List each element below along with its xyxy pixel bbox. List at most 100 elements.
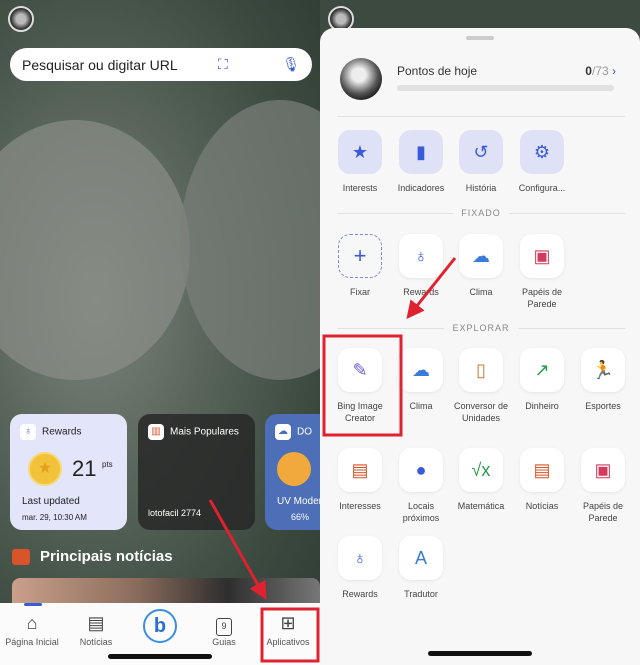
app-interesses[interactable]: ▤ Interesses [328,448,392,512]
card-title: Rewards [42,426,82,438]
updated-time: mar. 29, 10:30 AM [22,513,87,522]
home-screen: Pesquisar ou digitar URL ⛶ 🎙 ♁ Rewards ★ … [0,0,320,665]
app-label: Configura... [518,183,566,193]
points-unit: pts [102,460,113,469]
app-bing-image-creator[interactable]: ✎ Bing Image Creator [328,348,392,424]
visual-search-icon[interactable]: ⛶ [218,56,228,73]
news-heading: Principais notícias [12,548,173,565]
news-icon: ▤ [520,448,564,492]
app-locais-próximos[interactable]: ● Locais próximos [389,448,453,524]
app-rewards[interactable]: ♁ Rewards [328,536,392,600]
app-conversor-de-unidades[interactable]: ▯ Conversor de Unidades [449,348,513,424]
app-matemática[interactable]: √x Matemática [449,448,513,512]
sheet-handle[interactable] [466,36,494,40]
medal-icon: ♁ [399,234,443,278]
divider [337,116,625,117]
nav-label: Página Inicial [5,637,59,647]
pinned-heading-text: FIXADO [461,208,501,218]
weather-icon: ☁ [459,234,503,278]
app-label: Matemática [457,501,505,511]
points-progress-bar [397,85,614,91]
search-placeholder: Pesquisar ou digitar URL [22,56,178,73]
app-dinheiro[interactable]: ↗ Dinheiro [510,348,574,412]
news-icon [12,548,30,565]
plus-icon: + [338,234,382,278]
app-papéis-de-parede[interactable]: ▣ Papéis de Parede [571,448,635,524]
bottom-nav: ⌂ Página Inicial ▤ Notícias b 9 Guias ⊞ Apli… [0,603,320,665]
tab-count: 9 [216,618,232,636]
app-label: Bing Image Creator [337,401,383,423]
apps-sheet: Pontos de hoje 0/73 › ★ Interests ▮ Indicad… [320,28,640,665]
medal-icon: ♁ [338,536,382,580]
app-label: Tradutor [404,589,438,599]
nav-home[interactable]: ⌂ Página Inicial [0,603,64,665]
app-interests[interactable]: ★ Interests [328,130,392,194]
nav-label: Aplicativos [266,637,310,647]
app-label: Notícias [525,501,559,511]
ruler-icon: ▯ [459,348,503,392]
weather-card[interactable]: ☁ DO UV Moder 66% [265,414,320,530]
user-avatar[interactable] [340,58,382,100]
app-esportes[interactable]: 🏃 Esportes [571,348,635,412]
points-current: 0 [585,64,592,78]
app-clima[interactable]: ☁ Clima [449,234,513,298]
nav-apps[interactable]: ⊞ Aplicativos [256,603,320,665]
profile-avatar[interactable] [8,6,34,32]
card-title: Mais Populares [170,426,239,438]
app-label: História [465,183,497,193]
app-label: Conversor de Unidades [453,401,509,423]
app-tradutor[interactable]: A Tradutor [389,536,453,600]
updated-label: Last updated [22,496,80,507]
history-icon: ↺ [459,130,503,174]
gear-icon: ⚙ [520,130,564,174]
app-fixar[interactable]: + Fixar [328,234,392,298]
news-icon: ▤ [87,613,105,633]
home-icon: ⌂ [26,613,38,633]
nav-label: Notícias [79,637,113,647]
home-indicator [428,651,532,656]
news-icon: ▤ [338,448,382,492]
medal-icon: ♁ [20,424,36,440]
image-creator-icon: ✎ [338,348,382,392]
wallpaper-icon: ▣ [581,448,625,492]
tabs-icon: 9 [192,613,256,637]
rewards-card[interactable]: ♁ Rewards ★ 21 pts Last updated mar. 29, … [10,414,127,530]
app-história[interactable]: ↺ História [449,130,513,194]
app-label: Interesses [339,501,381,511]
humidity-value: 66% [291,512,310,522]
app-indicadores[interactable]: ▮ Indicadores [389,130,453,194]
home-indicator [108,654,212,659]
manatee-photo [0,120,190,380]
star-plus-icon: ★ [338,130,382,174]
points-total: /73 [591,64,609,78]
news-heading-text: Principais notícias [40,548,173,565]
app-papéis-de-parede[interactable]: ▣ Papéis de Parede [510,234,574,310]
weather-icon: ☁ [399,348,443,392]
weather-condition: UV Moder [277,496,320,507]
app-rewards[interactable]: ♁ Rewards [389,234,453,298]
app-notícias[interactable]: ▤ Notícias [510,448,574,512]
app-label: Clima [469,287,493,297]
points-title: Pontos de hoje [397,64,478,78]
app-label: Dinheiro [525,401,559,411]
explore-heading: EXPLORAR [337,323,625,333]
wallpaper-icon: ▣ [520,234,564,278]
popular-item[interactable]: lotofacil 2774 [148,508,201,518]
app-label: Papéis de Parede [582,501,624,523]
apps-icon: ⊞ [280,613,296,633]
sun-cloud-icon [277,452,311,486]
points-count[interactable]: 0/73 › [585,64,616,78]
app-label: Indicadores [397,183,445,193]
app-label: Clima [409,401,433,411]
search-input[interactable]: Pesquisar ou digitar URL ⛶ 🎙 [10,48,312,81]
app-configura-[interactable]: ⚙ Configura... [510,130,574,194]
chevron-right-icon: › [612,64,616,78]
app-clima[interactable]: ☁ Clima [389,348,453,412]
bing-chat-icon: b [143,609,177,643]
manatee-photo [180,100,320,380]
translate-icon: A [399,536,443,580]
coin-icon: ★ [28,452,62,486]
popular-card[interactable]: ▥ Mais Populares lotofacil 2774 [138,414,255,530]
microphone-icon[interactable]: 🎙 [282,56,300,73]
apps-screen: Pontos de hoje 0/73 › ★ Interests ▮ Indicad… [320,0,640,665]
